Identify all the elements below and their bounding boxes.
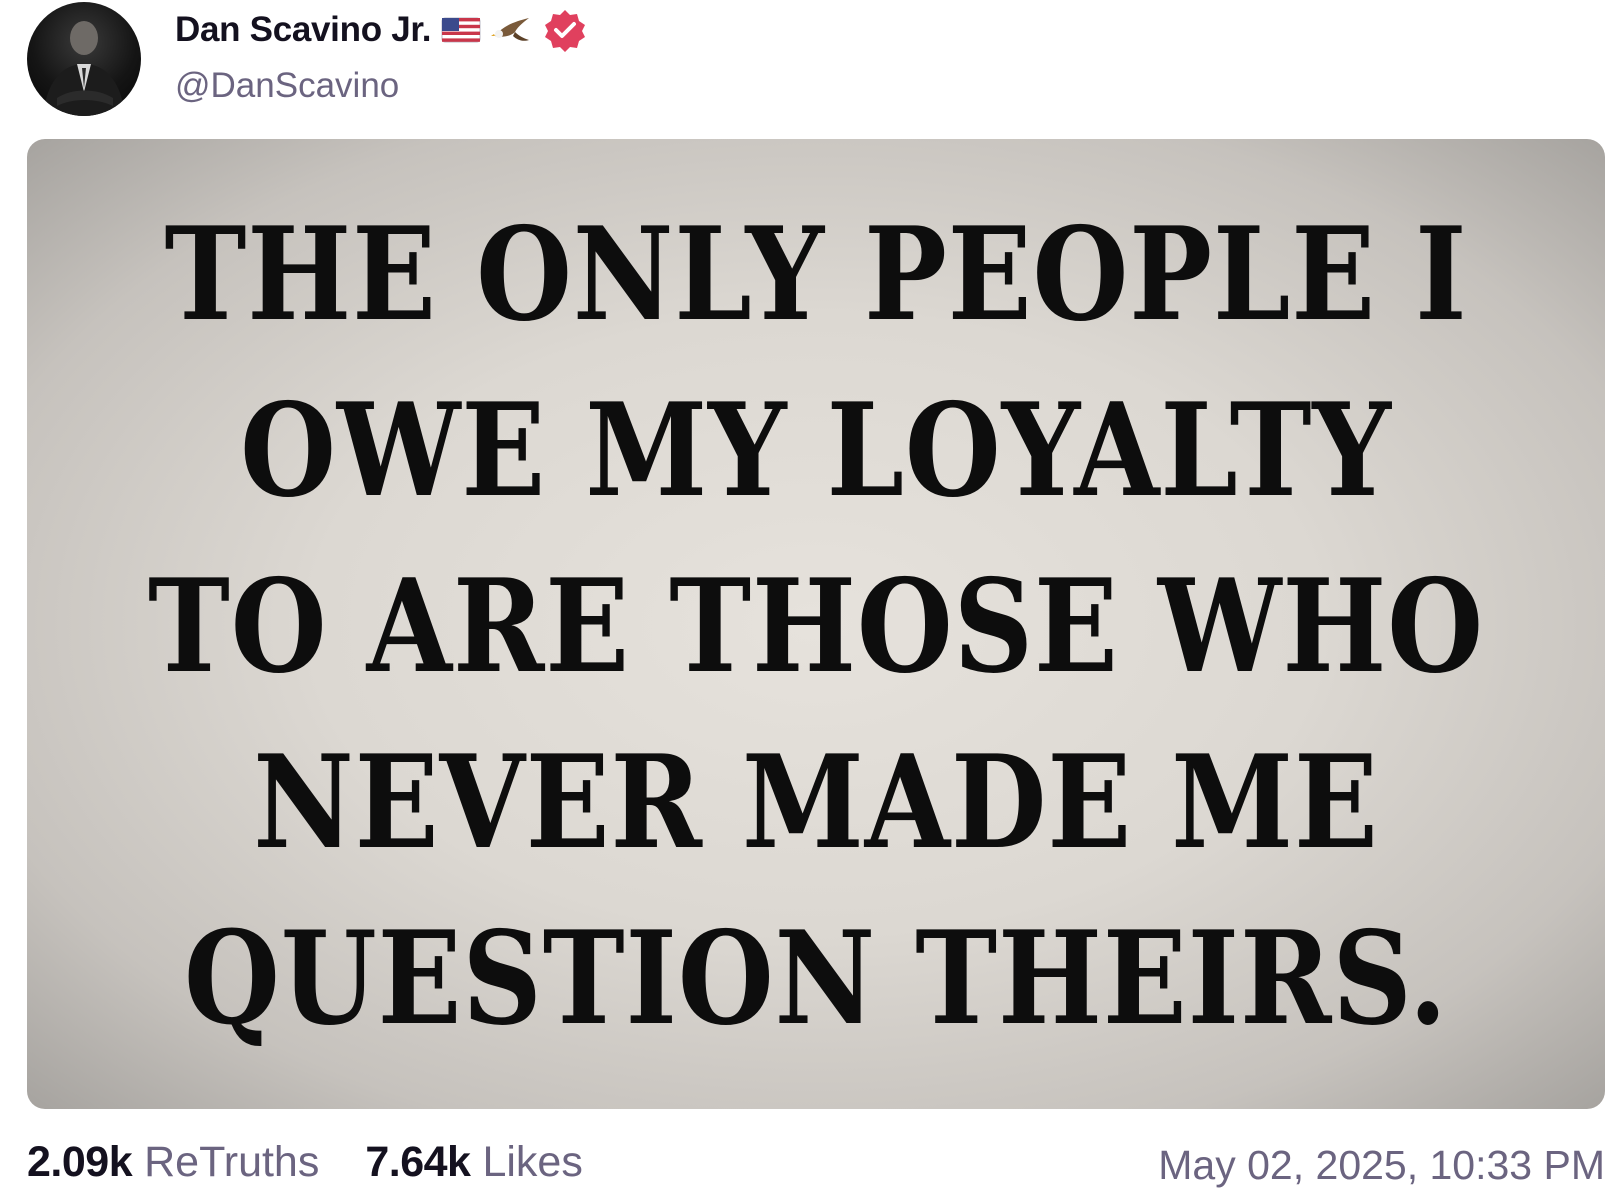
post-image[interactable]: THE ONLY PEOPLE I OWE MY LOYALTY TO ARE … [27, 139, 1605, 1109]
quote-line: QUESTION THEIRS. [184, 904, 1448, 1054]
likes-count[interactable]: 7.64k [365, 1138, 471, 1187]
quote-line: NEVER MADE ME [253, 728, 1379, 878]
image-quote-text: THE ONLY PEOPLE I OWE MY LOYALTY TO ARE … [27, 187, 1605, 1067]
post-header: Dan Scavino Jr. @DanScavino [27, 0, 1587, 118]
author-name-row: Dan Scavino Jr. [175, 6, 587, 54]
post-stats: 2.09k ReTruths 7.64k Likes [27, 1138, 583, 1188]
us-flag-icon [441, 14, 481, 46]
display-name[interactable]: Dan Scavino Jr. [175, 10, 431, 50]
eagle-icon [491, 14, 531, 46]
quote-line: THE ONLY PEOPLE I [164, 200, 1468, 350]
quote-line: TO ARE THOSE WHO [147, 552, 1485, 702]
quote-line: OWE MY LOYALTY [240, 376, 1392, 526]
author-handle[interactable]: @DanScavino [175, 66, 399, 106]
likes-label[interactable]: Likes [482, 1138, 582, 1187]
post-timestamp[interactable]: May 02, 2025, 10:33 PM [1158, 1142, 1605, 1189]
avatar-image [43, 21, 125, 116]
retruths-label[interactable]: ReTruths [144, 1138, 319, 1187]
avatar[interactable] [27, 2, 141, 116]
verified-badge-icon [543, 8, 587, 52]
retruths-count[interactable]: 2.09k [27, 1138, 133, 1187]
